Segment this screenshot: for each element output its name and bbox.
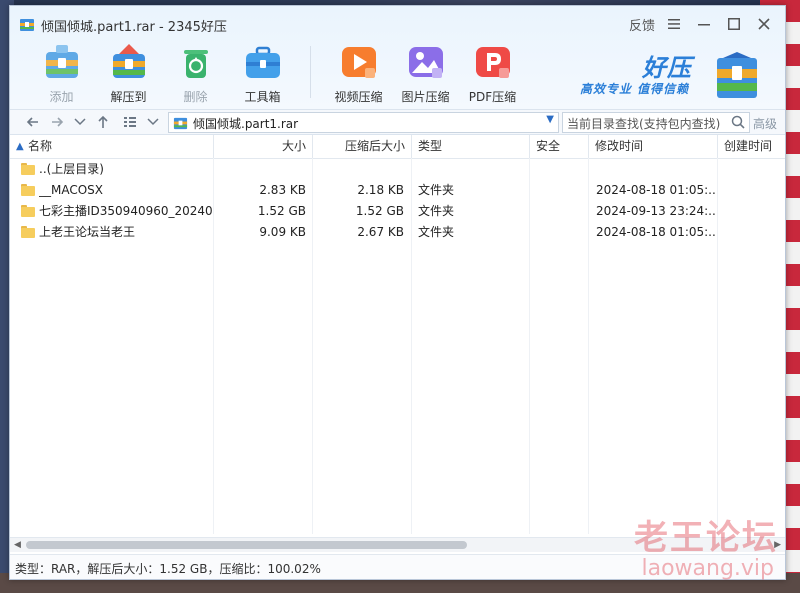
row-modified: 2024-08-18 01:05:... [596,183,716,197]
row-type: 文件夹 [418,204,455,218]
back-arrow-icon[interactable] [24,113,42,131]
row-packed-size: 1.52 GB [355,204,404,218]
row-name: 上老王论坛当老王 [39,225,136,239]
row-packed-size: 2.67 KB [357,225,404,239]
image-compress-icon [408,47,443,78]
view-dropdown-icon[interactable] [144,113,162,131]
image-compress-label: 图片压缩 [401,90,450,104]
search-input[interactable]: 当前目录查找(支持包内查找) [562,112,750,133]
column-header-security[interactable]: 安全 [530,135,589,158]
app-logo-icon [20,19,34,31]
table-row[interactable]: __MACOSX 2.83 KB 2.18 KB 文件夹 2024-08-18 … [10,180,785,201]
delete-button[interactable]: 删除 [162,40,229,106]
column-label: 名称 [28,139,53,153]
image-compress-button[interactable]: 图片压缩 [392,40,459,106]
add-label: 添加 [49,90,74,104]
folder-icon [21,226,35,238]
status-text: 类型：RAR，解压后大小：1.52 GB，压缩比：100.02% [15,562,321,576]
add-archive-icon [45,45,78,78]
extract-button[interactable]: 解压到 [95,40,162,106]
toolbox-button[interactable]: 工具箱 [229,40,296,106]
column-header-name[interactable]: ▲ 名称 [10,135,214,158]
row-size: 2.83 KB [259,183,306,197]
video-compress-label: 视频压缩 [334,90,383,104]
table-header: ▲ 名称 大小 压缩后大小 类型 安全 修改时间 创建时间 [10,135,785,159]
row-name: __MACOSX [39,183,104,197]
column-header-size[interactable]: 大小 [214,135,313,158]
table-row[interactable]: 上老王论坛当老王 9.09 KB 2.67 KB 文件夹 2024-08-18 … [10,222,785,243]
scroll-left-icon[interactable]: ◀ [14,540,21,550]
extract-icon [112,44,145,78]
row-size: 1.52 GB [257,204,306,218]
window-controls: 反馈 [625,13,779,35]
row-type: 文件夹 [418,183,455,197]
folder-icon [21,184,35,196]
row-name: ..(上层目录) [39,162,104,176]
horizontal-scrollbar[interactable]: ◀ ▶ [10,537,785,552]
row-packed-size: 2.18 KB [357,183,404,197]
brand-slogan: 高效专业 值得信赖 [580,82,690,96]
row-name: 七彩主播ID350940960_20240... [39,204,212,218]
forward-arrow-icon[interactable] [48,113,66,131]
extract-label: 解压到 [110,90,147,104]
path-field[interactable]: 倾国倾城.part1.rar ▼ [168,112,559,133]
minimize-icon[interactable] [689,13,719,35]
table-row[interactable]: 七彩主播ID350940960_20240... 1.52 GB 1.52 GB… [10,201,785,222]
up-arrow-icon[interactable] [94,113,112,131]
pdf-compress-button[interactable]: PDF压缩 [459,40,526,106]
search-placeholder: 当前目录查找(支持包内查找) [567,117,721,131]
view-mode-icon[interactable] [121,113,139,131]
feedback-button[interactable]: 反馈 [625,13,659,35]
pdf-compress-icon [475,47,510,78]
hamburger-icon[interactable] [659,13,689,35]
toolbox-icon [245,46,280,78]
path-dropdown-icon[interactable]: ▼ [546,114,554,125]
toolbar: 添加 解压到 删除 工具箱 视频压缩 图片压缩 PDF压缩 [28,40,526,106]
toolbar-separator [310,46,311,98]
advanced-search-button[interactable]: 高级 [753,115,777,132]
rar-archive-icon [173,117,188,130]
scroll-right-icon[interactable]: ▶ [774,540,781,550]
row-modified: 2024-09-13 23:24:... [596,204,716,218]
file-list: ..(上层目录) __MACOSX 2.83 KB 2.18 KB 文件夹 20… [10,159,785,243]
sort-up-icon: ▲ [16,141,24,152]
folder-icon [21,205,35,217]
navigation-bar: 倾国倾城.part1.rar ▼ 当前目录查找(支持包内查找) 高级 [10,109,785,135]
status-bar: 类型：RAR，解压后大小：1.52 GB，压缩比：100.02% [10,554,785,579]
scrollbar-thumb[interactable] [26,541,467,549]
recycle-delete-icon [183,50,208,78]
search-icon[interactable] [731,115,745,129]
toolbox-label: 工具箱 [244,90,281,104]
app-window: 倾国倾城.part1.rar - 2345好压 反馈 添加 解压到 删除 工具箱… [9,5,786,580]
brand-logo: 好压 高效专业 值得信赖 [580,46,757,102]
add-button[interactable]: 添加 [28,40,95,106]
row-modified: 2024-08-18 01:05:... [596,225,716,239]
video-compress-button[interactable]: 视频压缩 [325,40,392,106]
maximize-icon[interactable] [719,13,749,35]
pdf-compress-label: PDF压缩 [468,90,517,104]
folder-icon [21,163,35,175]
path-text: 倾国倾城.part1.rar [193,117,299,131]
close-icon[interactable] [749,13,779,35]
column-header-created[interactable]: 创建时间 [718,135,785,158]
row-type: 文件夹 [418,225,455,239]
brand-name: 好压 [642,54,692,82]
column-header-type[interactable]: 类型 [412,135,530,158]
row-size: 9.09 KB [259,225,306,239]
video-compress-icon [341,47,376,78]
table-row[interactable]: ..(上层目录) [10,159,785,180]
haozip-box-icon [717,52,757,98]
column-header-packed-size[interactable]: 压缩后大小 [313,135,412,158]
window-title: 倾国倾城.part1.rar - 2345好压 [41,20,227,35]
column-header-modified[interactable]: 修改时间 [589,135,718,158]
history-dropdown-icon[interactable] [71,113,89,131]
title-bar: 倾国倾城.part1.rar - 2345好压 反馈 添加 解压到 删除 工具箱… [10,6,785,109]
delete-label: 删除 [183,90,208,104]
